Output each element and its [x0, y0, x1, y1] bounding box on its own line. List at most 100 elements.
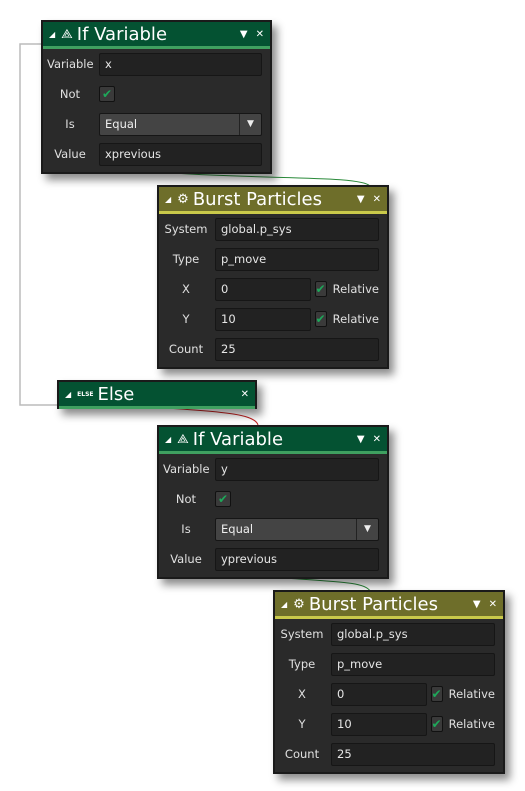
field-label: System: [280, 627, 324, 641]
field-row: Type p_move: [275, 649, 503, 679]
x-input[interactable]: 0: [215, 277, 311, 301]
dropdown-arrow-icon[interactable]: ▼: [473, 599, 481, 610]
collapse-triangle-icon[interactable]: ◢: [49, 30, 55, 39]
field-label: Count: [284, 747, 320, 761]
relative-label: Relative: [332, 282, 379, 296]
field-label: Variable: [47, 57, 94, 71]
close-icon[interactable]: ✕: [241, 389, 249, 400]
close-icon[interactable]: ✕: [489, 599, 497, 610]
x_relative-checkbox[interactable]: ✔: [430, 686, 443, 702]
field-label: Y: [298, 717, 306, 731]
if-variable-icon: ⟁: [177, 431, 189, 447]
x-input[interactable]: 0: [331, 682, 427, 706]
wire-3: [269, 576, 371, 592]
block-header[interactable]: ◢ ELSE Else ✕: [59, 382, 255, 409]
wire-1: [159, 171, 371, 187]
field-row: Y 10 ✔ Relative: [159, 304, 387, 334]
close-icon[interactable]: ✕: [373, 194, 381, 205]
block-header[interactable]: ◢ ⟁ If Variable ▼ ✕: [159, 427, 387, 454]
relative-label: Relative: [448, 717, 495, 731]
is-value: Equal: [221, 521, 254, 536]
is-select[interactable]: Equal ▼: [215, 517, 379, 541]
field-label: Y: [182, 312, 190, 326]
not_checked-checkbox[interactable]: ✔: [215, 491, 231, 507]
field-row: X 0 ✔ Relative: [159, 274, 387, 304]
field-label: X: [298, 687, 306, 701]
close-icon[interactable]: ✕: [373, 434, 381, 445]
field-row: Y 10 ✔ Relative: [275, 709, 503, 739]
field-row: System global.p_sys: [159, 214, 387, 244]
collapse-triangle-icon[interactable]: ◢: [281, 600, 287, 609]
block-title: Burst Particles: [308, 593, 439, 615]
relative-label: Relative: [332, 312, 379, 326]
variable-input[interactable]: y: [215, 457, 379, 481]
y_relative-checkbox[interactable]: ✔: [314, 311, 327, 327]
is-value: Equal: [105, 116, 138, 131]
block-title: If Variable: [76, 23, 168, 45]
chevron-down-icon[interactable]: ▼: [356, 518, 378, 540]
dropdown-arrow-icon[interactable]: ▼: [357, 434, 365, 445]
field-row: Value yprevious: [159, 544, 387, 574]
field-label: Count: [168, 342, 204, 356]
field-row: Is Equal ▼: [159, 514, 387, 544]
field-row: Type p_move: [159, 244, 387, 274]
field-label: X: [182, 282, 190, 296]
if-block[interactable]: ◢ ⟁ If Variable ▼ ✕ Variable x Not ✔ Is Equal ▼ V…: [41, 20, 272, 174]
field-label: Is: [65, 117, 75, 131]
field-label: Value: [170, 552, 202, 566]
collapse-triangle-icon[interactable]: ◢: [165, 435, 171, 444]
relative-label: Relative: [448, 687, 495, 701]
burst-particles-icon: ⚙: [293, 596, 305, 612]
else-icon: ELSE: [77, 390, 94, 398]
count-input[interactable]: 25: [215, 337, 379, 361]
wire-2: [164, 407, 259, 426]
type-input[interactable]: p_move: [331, 652, 495, 676]
field-row: Is Equal ▼: [43, 109, 270, 139]
block-header[interactable]: ◢ ⚙ Burst Particles ▼ ✕: [159, 187, 387, 214]
field-label: Is: [181, 522, 191, 536]
chevron-down-icon[interactable]: ▼: [239, 113, 261, 135]
field-row: Count 25: [159, 334, 387, 364]
y_relative-checkbox[interactable]: ✔: [430, 716, 443, 732]
field-label: Not: [59, 87, 81, 101]
field-row: Count 25: [275, 739, 503, 769]
if-block[interactable]: ◢ ⟁ If Variable ▼ ✕ Variable y Not ✔ Is Equal ▼ V…: [157, 425, 389, 579]
not_checked-checkbox[interactable]: ✔: [99, 86, 115, 102]
field-label: Type: [288, 657, 316, 671]
field-label: System: [164, 222, 208, 236]
field-row: Variable x: [43, 49, 270, 79]
field-label: Value: [54, 147, 86, 161]
dropdown-arrow-icon[interactable]: ▼: [357, 194, 365, 205]
type-input[interactable]: p_move: [215, 247, 379, 271]
field-row: X 0 ✔ Relative: [275, 679, 503, 709]
system-input[interactable]: global.p_sys: [215, 217, 379, 241]
is-select[interactable]: Equal ▼: [99, 112, 262, 136]
burst-block[interactable]: ◢ ⚙ Burst Particles ▼ ✕ System global.p_sys…: [273, 590, 505, 774]
count-input[interactable]: 25: [331, 742, 495, 766]
variable-input[interactable]: x: [99, 52, 262, 76]
close-icon[interactable]: ✕: [256, 29, 264, 40]
field-row: Value xprevious: [43, 139, 270, 169]
block-title: If Variable: [192, 428, 284, 450]
field-label: Type: [172, 252, 200, 266]
value-input[interactable]: yprevious: [215, 547, 379, 571]
system-input[interactable]: global.p_sys: [331, 622, 495, 646]
y-input[interactable]: 10: [331, 712, 427, 736]
burst-particles-icon: ⚙: [177, 191, 189, 207]
block-header[interactable]: ◢ ⟁ If Variable ▼ ✕: [43, 22, 270, 49]
dropdown-arrow-icon[interactable]: ▼: [240, 29, 248, 40]
else-block[interactable]: ◢ ELSE Else ✕: [57, 380, 257, 409]
burst-block[interactable]: ◢ ⚙ Burst Particles ▼ ✕ System global.p_sys…: [157, 185, 389, 369]
field-label: Variable: [163, 462, 210, 476]
block-title: Else: [97, 383, 135, 405]
field-row: Variable y: [159, 454, 387, 484]
x_relative-checkbox[interactable]: ✔: [314, 281, 327, 297]
block-header[interactable]: ◢ ⚙ Burst Particles ▼ ✕: [275, 592, 503, 619]
block-title: Burst Particles: [192, 188, 323, 210]
collapse-triangle-icon[interactable]: ◢: [165, 195, 171, 204]
field-row: System global.p_sys: [275, 619, 503, 649]
value-input[interactable]: xprevious: [99, 142, 262, 166]
collapse-triangle-icon[interactable]: ◢: [65, 390, 71, 399]
y-input[interactable]: 10: [215, 307, 311, 331]
field-row: Not ✔: [159, 484, 387, 514]
